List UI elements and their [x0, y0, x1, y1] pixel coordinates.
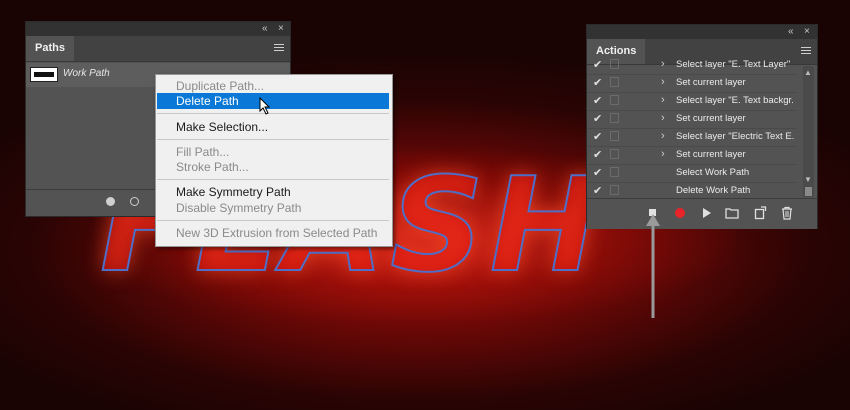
folder-icon[interactable] — [725, 206, 739, 220]
menu-separator — [157, 220, 389, 221]
action-row[interactable]: ✔ Select Work Path — [587, 164, 797, 183]
expand-chevron-icon[interactable]: › — [661, 58, 665, 70]
close-icon[interactable]: × — [804, 26, 810, 38]
dialog-toggle-box[interactable] — [610, 77, 619, 87]
collapse-icon[interactable]: « — [788, 26, 794, 38]
menu-separator — [157, 179, 389, 180]
new-action-icon[interactable] — [753, 206, 767, 220]
action-label: Set current layer — [676, 113, 746, 124]
panel-titlebar[interactable]: « × — [26, 22, 290, 36]
play-icon[interactable] — [700, 206, 714, 220]
dialog-toggle-box[interactable] — [610, 95, 619, 105]
panel-menu-icon[interactable] — [274, 44, 284, 52]
dialog-toggle-box[interactable] — [610, 185, 619, 195]
toggle-check-icon[interactable]: ✔ — [593, 113, 603, 125]
action-label: Set current layer — [676, 77, 746, 88]
dialog-toggle-box[interactable] — [610, 131, 619, 141]
scroll-down-icon[interactable]: ▼ — [804, 175, 812, 184]
toggle-check-icon[interactable]: ✔ — [593, 167, 603, 179]
panel-titlebar[interactable]: « × — [587, 25, 817, 39]
action-row[interactable]: ✔ › Select layer "E. Text Layer" — [587, 56, 797, 75]
menu-item-make-selection[interactable]: Make Selection... — [157, 119, 389, 135]
menu-item-duplicate-path[interactable]: Duplicate Path... — [157, 78, 389, 94]
actions-footer — [587, 198, 817, 229]
dialog-toggle-box[interactable] — [610, 113, 619, 123]
path-thumbnail — [30, 67, 58, 82]
tab-row: Paths — [26, 36, 290, 62]
dialog-toggle-box[interactable] — [610, 167, 619, 177]
toggle-check-icon[interactable]: ✔ — [593, 149, 603, 161]
scrollbar[interactable]: ▲ ▼ — [803, 66, 814, 197]
close-icon[interactable]: × — [278, 23, 284, 35]
expand-chevron-icon[interactable]: › — [661, 148, 665, 160]
action-label: Select layer "Electric Text E... — [676, 131, 794, 142]
action-label: Delete Work Path — [676, 185, 751, 196]
toggle-check-icon[interactable]: ✔ — [593, 185, 603, 197]
actions-panel: « × Actions ✔ › Select layer "E. Text La… — [587, 25, 817, 229]
menu-separator — [157, 113, 389, 114]
collapse-icon[interactable]: « — [262, 23, 268, 35]
stroke-path-icon[interactable] — [130, 197, 139, 206]
toggle-check-icon[interactable]: ✔ — [593, 131, 603, 143]
expand-chevron-icon[interactable]: › — [661, 76, 665, 88]
scroll-up-icon[interactable]: ▲ — [804, 68, 812, 77]
panel-menu-icon[interactable] — [801, 47, 811, 55]
trash-icon[interactable] — [780, 206, 794, 220]
dialog-toggle-box[interactable] — [610, 59, 619, 69]
action-row[interactable]: ✔ › Set current layer — [587, 74, 797, 93]
action-row[interactable]: ✔ › Select layer "E. Text backgr... — [587, 92, 797, 111]
action-label: Select layer "E. Text Layer" — [676, 59, 791, 70]
menu-item-make-symmetry-path[interactable]: Make Symmetry Path — [157, 184, 389, 200]
action-row[interactable]: ✔ › Set current layer — [587, 110, 797, 129]
action-row[interactable]: ✔ › Select layer "Electric Text E... — [587, 128, 797, 147]
path-name: Work Path — [63, 68, 110, 79]
menu-item-fill-path[interactable]: Fill Path... — [157, 144, 389, 160]
scroll-thumb[interactable] — [805, 187, 812, 196]
mouse-pointer-icon — [259, 97, 271, 115]
context-menu: Duplicate Path... Delete Path Make Selec… — [155, 74, 393, 247]
action-row[interactable]: ✔ › Set current layer — [587, 146, 797, 165]
action-label: Select Work Path — [676, 167, 750, 178]
annotation-arrow-icon — [646, 214, 660, 318]
menu-separator — [157, 139, 389, 140]
toggle-check-icon[interactable]: ✔ — [593, 77, 603, 89]
expand-chevron-icon[interactable]: › — [661, 130, 665, 142]
dialog-toggle-box[interactable] — [610, 149, 619, 159]
toggle-check-icon[interactable]: ✔ — [593, 59, 603, 71]
record-icon[interactable] — [673, 206, 687, 220]
menu-item-delete-path[interactable]: Delete Path — [157, 93, 389, 109]
expand-chevron-icon[interactable]: › — [661, 112, 665, 124]
expand-chevron-icon[interactable]: › — [661, 94, 665, 106]
action-label: Set current layer — [676, 149, 746, 160]
menu-item-new-3d-extrusion[interactable]: New 3D Extrusion from Selected Path — [157, 225, 389, 241]
menu-item-stroke-path[interactable]: Stroke Path... — [157, 159, 389, 175]
fill-path-icon[interactable] — [106, 197, 115, 206]
menu-item-disable-symmetry-path[interactable]: Disable Symmetry Path — [157, 200, 389, 216]
action-label: Select layer "E. Text backgr... — [676, 95, 794, 106]
toggle-check-icon[interactable]: ✔ — [593, 95, 603, 107]
tab-paths[interactable]: Paths — [26, 36, 74, 61]
